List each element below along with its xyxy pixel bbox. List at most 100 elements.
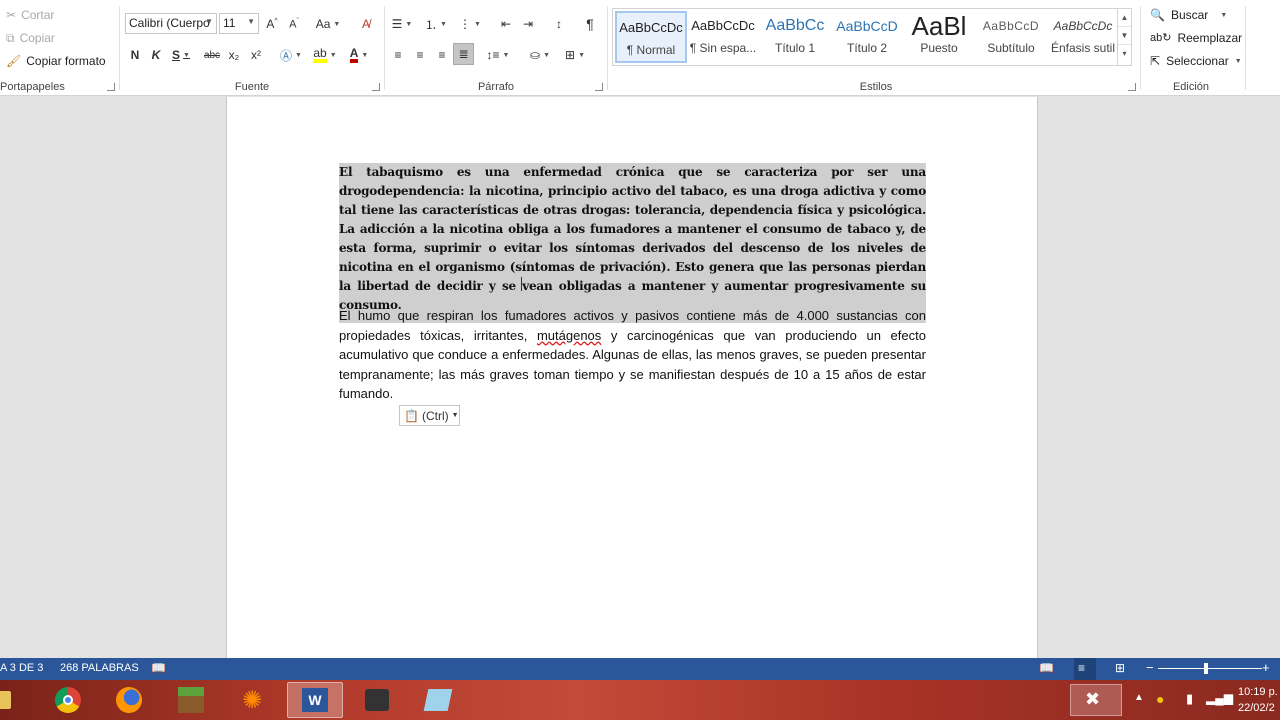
file-explorer-taskbar-button[interactable] [0, 682, 20, 718]
align-center-button[interactable]: ≡ [410, 44, 430, 66]
zoom-in-icon[interactable]: + [1262, 660, 1270, 675]
scissors-icon: ✂ [6, 8, 17, 22]
underline-label: S [172, 48, 181, 62]
bold-button[interactable]: N [126, 44, 144, 66]
zoom-slider[interactable] [1158, 668, 1262, 669]
show-formatting-button[interactable]: ¶ [580, 13, 600, 35]
clipboard-group-label: Portapapeles [0, 81, 65, 93]
font-size-combo[interactable]: 11 ▼ [219, 13, 259, 34]
cut-button[interactable]: ✂ Cortar [6, 8, 54, 22]
page-count[interactable]: A 3 DE 3 [0, 662, 43, 674]
align-right-icon: ≡ [438, 48, 446, 62]
superscript-button[interactable]: x² [247, 44, 265, 66]
web-layout-icon[interactable]: ⊞ [1115, 661, 1125, 675]
selected-paragraph[interactable]: El tabaquismo es una enfermedad crónica … [339, 163, 926, 323]
firefox-taskbar-button[interactable] [101, 682, 157, 718]
align-left-icon: ≡ [394, 48, 402, 62]
chevron-down-icon: ▼ [578, 51, 585, 59]
copy-icon: ⧉ [6, 31, 15, 45]
clipboard-dialog-launcher[interactable] [107, 83, 115, 91]
strikethrough-button[interactable]: abc [201, 44, 223, 66]
folder-icon [0, 691, 11, 709]
show-hidden-icons[interactable]: ▲ [1134, 692, 1144, 703]
ribbon: ✂ Cortar ⧉ Copiar 🖌 Copiar formato Porta… [0, 0, 1280, 96]
app-tray-icon[interactable]: ● [1156, 691, 1164, 707]
editing-group: Edición [1141, 0, 1241, 96]
justify-button[interactable]: ≣ [453, 43, 474, 65]
proofing-icon[interactable]: 📖 [151, 661, 166, 675]
line-spacing-button[interactable]: ↕≡ ▼ [483, 44, 513, 66]
sort-button[interactable]: ↕ [549, 13, 569, 35]
chrome-icon [55, 687, 81, 713]
justify-icon: ≣ [458, 47, 469, 61]
paste-options-button[interactable]: 📋 (Ctrl) ▼ [399, 405, 460, 426]
underline-button[interactable]: S ▼ [169, 44, 193, 66]
body-paragraph[interactable]: El humo que respiran los fumadores activ… [339, 306, 926, 404]
chevron-down-icon: ▼ [333, 20, 341, 28]
bullets-button[interactable]: ☰ ▼ [388, 13, 416, 35]
document-page[interactable]: El tabaquismo es una enfermedad crónica … [226, 97, 1038, 658]
borders-button[interactable]: ⊞ ▼ [560, 44, 590, 66]
copy-button[interactable]: ⧉ Copiar [6, 31, 55, 45]
chrome-taskbar-button[interactable] [40, 682, 96, 718]
network-icon[interactable]: ▂▄▆ [1206, 691, 1233, 705]
chevron-down-icon: ▼ [247, 17, 255, 26]
camera-app-taskbar-button[interactable] [349, 682, 405, 718]
change-case-label: Aa [315, 17, 331, 31]
read-mode-icon[interactable]: 📖 [1039, 661, 1054, 675]
clear-formatting-button[interactable]: A̸ [356, 13, 376, 35]
highlight-button[interactable]: ab ▼ [310, 44, 340, 66]
shading-button[interactable]: ⛀ ▼ [525, 44, 555, 66]
align-left-button[interactable]: ≡ [388, 44, 408, 66]
numbering-button[interactable]: ⒈ ▼ [422, 13, 450, 35]
shrink-font-button[interactable]: Aˇ [285, 13, 303, 35]
paragraph-group: ☰ ▼ ⒈ ▼ ⋮ ▼ ⇤ ⇥ ↕ ¶ ≡ ≡ ≡ ≣ ↕≡ ▼ ⛀ ▼ ⊞ ▼ Párra… [385, 0, 607, 96]
print-layout-icon: ≡ [1078, 661, 1086, 675]
taskbar: ✺ W ✖ ▲ ● ▮ ▂▄▆ 10:19 p. 22/02/2 [0, 680, 1280, 720]
text-cursor [521, 277, 527, 291]
paint-bucket-icon: ⛀ [530, 48, 541, 62]
subscript-label: x₂ [228, 48, 240, 62]
battery-icon[interactable]: ▮ [1186, 691, 1193, 707]
paste-options-label: (Ctrl) [421, 408, 449, 423]
chevron-down-icon: ▼ [440, 20, 447, 28]
clock-time[interactable]: 10:19 p. [1238, 686, 1278, 698]
format-painter-button[interactable]: 🖌 Copiar formato [6, 54, 106, 68]
font-color-button[interactable]: A ▼ [344, 44, 374, 66]
word-icon: W [302, 688, 328, 712]
styles-dialog-launcher[interactable] [1128, 83, 1136, 91]
zoom-slider-thumb[interactable] [1204, 663, 1208, 674]
notification-area-button[interactable]: ✖ [1070, 684, 1122, 716]
font-dialog-launcher[interactable] [372, 83, 380, 91]
clock-date[interactable]: 22/02/2 [1238, 702, 1275, 714]
word-taskbar-button[interactable]: W [287, 682, 343, 718]
avast-icon: ✺ [241, 686, 263, 714]
italic-button[interactable]: K [147, 44, 165, 66]
action-center-icon: ✖ [1085, 689, 1101, 709]
notes-taskbar-button[interactable] [410, 682, 466, 718]
multilevel-list-icon: ⋮ [459, 17, 472, 31]
misspelled-word[interactable]: mutágenos [537, 328, 601, 343]
font-name-combo[interactable]: Calibri (Cuerpo ▼ [125, 13, 217, 34]
avast-taskbar-button[interactable]: ✺ [224, 682, 280, 718]
word-count[interactable]: 268 PALABRAS [60, 662, 139, 674]
decrease-indent-button[interactable]: ⇤ [496, 13, 516, 35]
chevron-down-icon: ▼ [329, 51, 337, 59]
subscript-button[interactable]: x₂ [225, 44, 243, 66]
multilevel-list-button[interactable]: ⋮ ▼ [456, 13, 484, 35]
firefox-icon [116, 687, 142, 713]
group-separator [607, 6, 608, 90]
font-group: Calibri (Cuerpo ▼ 11 ▼ A^ Aˇ Aa ▼ A̸ N K … [120, 0, 384, 96]
grow-font-button[interactable]: A^ [263, 13, 281, 35]
align-right-button[interactable]: ≡ [432, 44, 452, 66]
font-color-icon: A [349, 47, 359, 63]
minecraft-taskbar-button[interactable] [163, 682, 219, 718]
format-painter-label: Copiar formato [26, 54, 106, 68]
paragraph-dialog-launcher[interactable] [595, 83, 603, 91]
increase-indent-button[interactable]: ⇥ [518, 13, 538, 35]
change-case-button[interactable]: Aa ▼ [312, 13, 344, 35]
indent-icon: ⇥ [522, 17, 534, 31]
text-effects-button[interactable]: Ⓐ ▼ [277, 44, 305, 66]
zoom-out-icon[interactable]: − [1146, 660, 1154, 675]
chevron-down-icon: ▼ [183, 51, 190, 59]
